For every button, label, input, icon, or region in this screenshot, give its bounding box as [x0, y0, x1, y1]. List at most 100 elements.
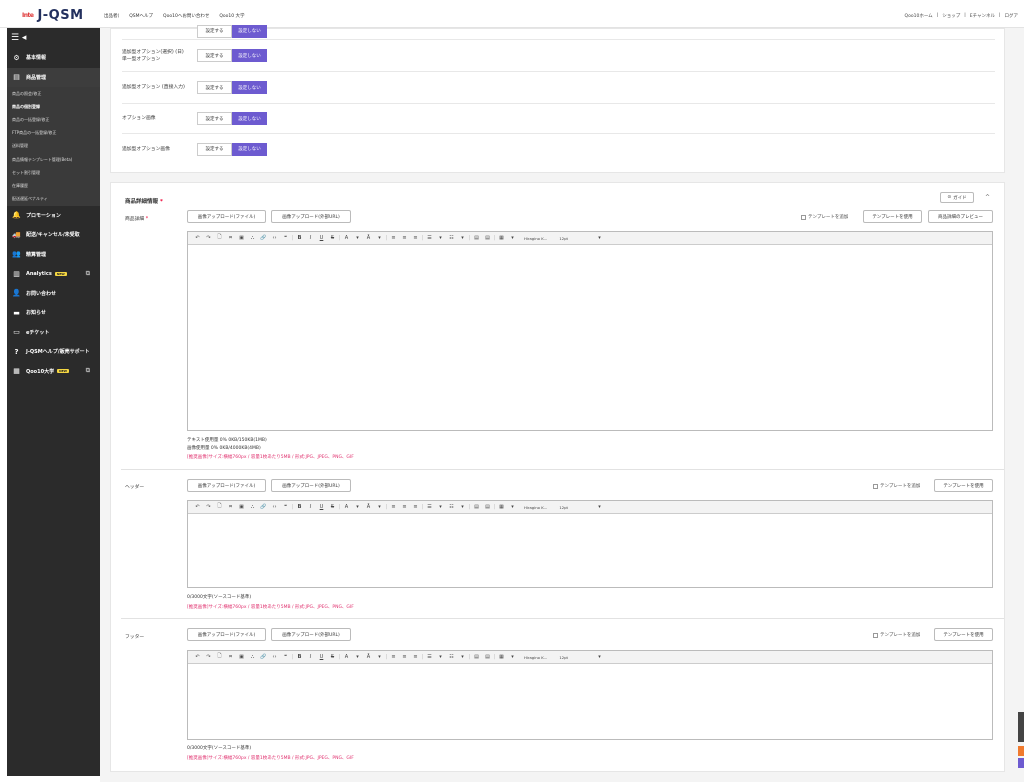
align-center-icon[interactable]: ≡	[399, 504, 410, 510]
sidebar-subitem[interactable]: 商品情報テンプレート管理(Beta)	[7, 153, 100, 166]
option-on-button[interactable]: 設定する	[197, 81, 232, 94]
code-icon[interactable]: ‹›	[269, 654, 280, 660]
number-list-icon[interactable]: ☷	[446, 504, 457, 510]
sidebar-item-product-management[interactable]: ▤ 商品管理	[7, 67, 100, 87]
option-off-button[interactable]: 設定しない	[232, 142, 267, 156]
align-center-icon[interactable]: ≡	[399, 654, 410, 660]
quote-icon[interactable]: ❝	[280, 235, 291, 241]
bold-icon[interactable]: B	[294, 504, 305, 510]
sidebar-toggle[interactable]: ☰ ◂	[7, 28, 100, 48]
align-right-icon[interactable]: ≡	[410, 654, 421, 660]
sidebar-item-settlement[interactable]: 👥 精算管理	[7, 245, 100, 265]
source-icon[interactable]: ⌗	[225, 504, 236, 510]
number-list-icon[interactable]: ☷	[446, 235, 457, 241]
preview-button[interactable]: 商品詳細のプレビュー	[928, 210, 993, 223]
template-add-checkbox[interactable]: テンプレートを追加	[801, 214, 848, 220]
font-color-icon[interactable]: A	[341, 654, 352, 660]
indent-icon[interactable]: ▤	[482, 504, 493, 510]
table-icon[interactable]: ▦	[496, 235, 507, 241]
outdent-icon[interactable]: ▤	[471, 504, 482, 510]
chevron-down-icon[interactable]: ▾	[457, 654, 468, 660]
template-use-button[interactable]: テンプレートを使用	[934, 479, 993, 492]
option-off-button[interactable]: 設定しない	[232, 49, 267, 62]
redo-icon[interactable]: ↷	[203, 504, 214, 510]
sidebar-subitem-active[interactable]: 商品の個別登録	[7, 100, 100, 113]
chevron-down-icon[interactable]: ▾	[507, 504, 518, 510]
source-icon[interactable]: ⌗	[225, 235, 236, 241]
template-add-checkbox[interactable]: テンプレートを追加	[873, 483, 920, 489]
align-left-icon[interactable]: ≡	[388, 504, 399, 510]
chevron-down-icon[interactable]: ▾	[374, 654, 385, 660]
sidebar-item-inquiry[interactable]: 👤 お問い合わせ	[7, 284, 100, 304]
chevron-down-icon[interactable]: ▾	[352, 654, 363, 660]
link-shop[interactable]: ショップ	[942, 13, 960, 19]
floating-side-button[interactable]	[1018, 712, 1024, 742]
code-icon[interactable]: ‹›	[269, 504, 280, 510]
link-qoo10-home[interactable]: Qoo10ホーム	[905, 13, 933, 19]
align-center-icon[interactable]: ≡	[399, 235, 410, 241]
outdent-icon[interactable]: ▤	[471, 235, 482, 241]
find-icon[interactable]: ⛬	[247, 235, 258, 241]
sidebar-subitem[interactable]: 在庫履歴	[7, 179, 100, 192]
guide-button[interactable]: ⊙ ガイド	[940, 192, 974, 203]
template-use-button[interactable]: テンプレートを使用	[863, 210, 922, 223]
collapse-icon[interactable]: ^	[985, 194, 990, 201]
bold-icon[interactable]: B	[294, 235, 305, 241]
template-use-button[interactable]: テンプレートを使用	[934, 628, 993, 641]
sidebar-subitem[interactable]: 配送遅延ペナルティ	[7, 193, 100, 206]
undo-icon[interactable]: ↶	[192, 504, 203, 510]
size-select[interactable]: 12pt	[559, 655, 568, 660]
link-icon[interactable]: 🔗	[258, 235, 269, 241]
top-nav-seller[interactable]: 出品者(	[104, 13, 119, 19]
option-off-button[interactable]: 設定しない	[232, 24, 267, 38]
link-channel[interactable]: Eチャンネル	[970, 13, 995, 19]
sidebar-item-notice[interactable]: ▬ お知らせ	[7, 303, 100, 323]
strike-icon[interactable]: S	[327, 235, 338, 241]
sidebar-subitem[interactable]: 商品の照会/修正	[7, 87, 100, 100]
size-select[interactable]: 12pt	[559, 236, 568, 241]
align-right-icon[interactable]: ≡	[410, 504, 421, 510]
bullet-list-icon[interactable]: ☰	[424, 504, 435, 510]
sidebar-item-analytics[interactable]: ▥ Analytics NEW ⧉	[7, 264, 100, 284]
number-list-icon[interactable]: ☷	[446, 654, 457, 660]
image-icon[interactable]: ▣	[236, 654, 247, 660]
underline-icon[interactable]: U	[316, 504, 327, 510]
option-on-button[interactable]: 設定する	[197, 112, 232, 125]
sidebar-item-help[interactable]: ? J-QSMヘルプ/販売サポート	[7, 342, 100, 362]
new-doc-icon[interactable]: 🗋	[214, 653, 225, 661]
option-off-button[interactable]: 設定しない	[232, 112, 267, 125]
redo-icon[interactable]: ↷	[203, 235, 214, 241]
highlight-icon[interactable]: Ā	[363, 654, 374, 660]
link-icon[interactable]: 🔗	[258, 504, 269, 510]
sidebar-subitem[interactable]: セット割引管理	[7, 166, 100, 179]
image-icon[interactable]: ▣	[236, 504, 247, 510]
indent-icon[interactable]: ▤	[482, 235, 493, 241]
font-select[interactable]: Hiragino K...	[524, 505, 547, 510]
chevron-down-icon[interactable]: ▾	[457, 235, 468, 241]
sidebar-item-promotion[interactable]: 🔔 プロモーション	[7, 206, 100, 226]
new-doc-icon[interactable]: 🗋	[214, 234, 225, 242]
size-select[interactable]: 12pt	[559, 505, 568, 510]
chevron-down-icon[interactable]: ▾	[507, 235, 518, 241]
sidebar-item-eticket[interactable]: ▭ eチケット	[7, 323, 100, 343]
highlight-icon[interactable]: Ā	[363, 235, 374, 241]
chevron-down-icon[interactable]: ▾	[507, 654, 518, 660]
link-icon[interactable]: 🔗	[258, 654, 269, 660]
source-icon[interactable]: ⌗	[225, 654, 236, 660]
chevron-down-icon[interactable]: ▾	[435, 235, 446, 241]
template-add-checkbox[interactable]: テンプレートを追加	[873, 632, 920, 638]
upload-url-button[interactable]: 画像アップロード(外部URL)	[271, 210, 351, 223]
align-left-icon[interactable]: ≡	[388, 654, 399, 660]
bullet-list-icon[interactable]: ☰	[424, 654, 435, 660]
new-doc-icon[interactable]: 🗋	[214, 503, 225, 511]
floating-side-button[interactable]	[1018, 746, 1024, 756]
option-on-button[interactable]: 設定する	[197, 142, 232, 156]
quote-icon[interactable]: ❝	[280, 504, 291, 510]
font-color-icon[interactable]: A	[341, 504, 352, 510]
chevron-down-icon[interactable]: ▾	[352, 504, 363, 510]
chevron-down-icon[interactable]: ▾	[374, 235, 385, 241]
highlight-icon[interactable]: Ā	[363, 504, 374, 510]
top-nav-contact[interactable]: Qoo10へお問い合わせ	[163, 13, 209, 19]
chevron-down-icon[interactable]: ▾	[352, 235, 363, 241]
upload-url-button[interactable]: 画像アップロード(外部URL)	[271, 479, 351, 492]
